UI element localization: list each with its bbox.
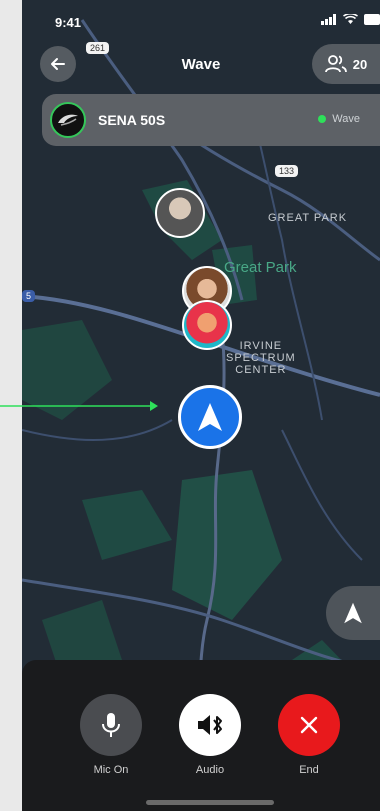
map-label-great-park-area: GREAT PARK <box>268 212 348 224</box>
end-call-button[interactable] <box>278 694 340 756</box>
microphone-icon <box>102 713 120 737</box>
mic-label: Mic On <box>93 764 129 776</box>
group-icon <box>324 55 347 73</box>
signal-icon <box>321 14 336 25</box>
status-bar: 9:41 <box>22 0 380 44</box>
close-icon <box>300 716 318 734</box>
wifi-icon <box>343 14 358 24</box>
status-time: 9:41 <box>55 15 82 30</box>
members-button[interactable]: 20 <box>312 44 380 84</box>
pointer-arrow-annotation <box>0 401 158 411</box>
recenter-button[interactable] <box>326 586 380 640</box>
mic-button[interactable] <box>80 694 142 756</box>
route-shield-5: 5 <box>22 290 36 302</box>
navigation-arrow-icon <box>344 602 362 624</box>
mic-control: Mic On <box>80 694 142 776</box>
top-bar: Wave 20 <box>22 44 380 84</box>
device-status: Wave <box>318 113 360 125</box>
device-status-label: Wave <box>332 113 360 125</box>
rider-avatar-3[interactable] <box>182 300 232 350</box>
call-controls-panel: Mic On Audio End <box>22 660 380 811</box>
device-name: SENA 50S <box>98 112 166 128</box>
map-label-spectrum-center: IRVINE SPECTRUM CENTER <box>226 340 296 376</box>
bluetooth-speaker-icon <box>198 715 222 735</box>
end-label: End <box>299 764 319 776</box>
my-location-marker[interactable] <box>178 385 242 449</box>
route-shield-133: 133 <box>275 165 299 177</box>
home-indicator[interactable] <box>146 800 274 805</box>
audio-control: Audio <box>179 694 241 776</box>
navigation-arrow-icon <box>198 403 222 431</box>
map-label-great-park: Great Park <box>224 259 297 276</box>
members-count: 20 <box>352 56 368 72</box>
status-icons <box>321 14 380 25</box>
audio-label: Audio <box>195 764 225 776</box>
sena-logo-icon <box>50 102 86 138</box>
rider-avatar-1[interactable] <box>155 188 205 238</box>
audio-button[interactable] <box>179 694 241 756</box>
device-card[interactable]: SENA 50S Wave <box>42 94 380 146</box>
end-control: End <box>278 694 340 776</box>
battery-icon <box>364 14 380 25</box>
online-indicator <box>318 115 327 123</box>
